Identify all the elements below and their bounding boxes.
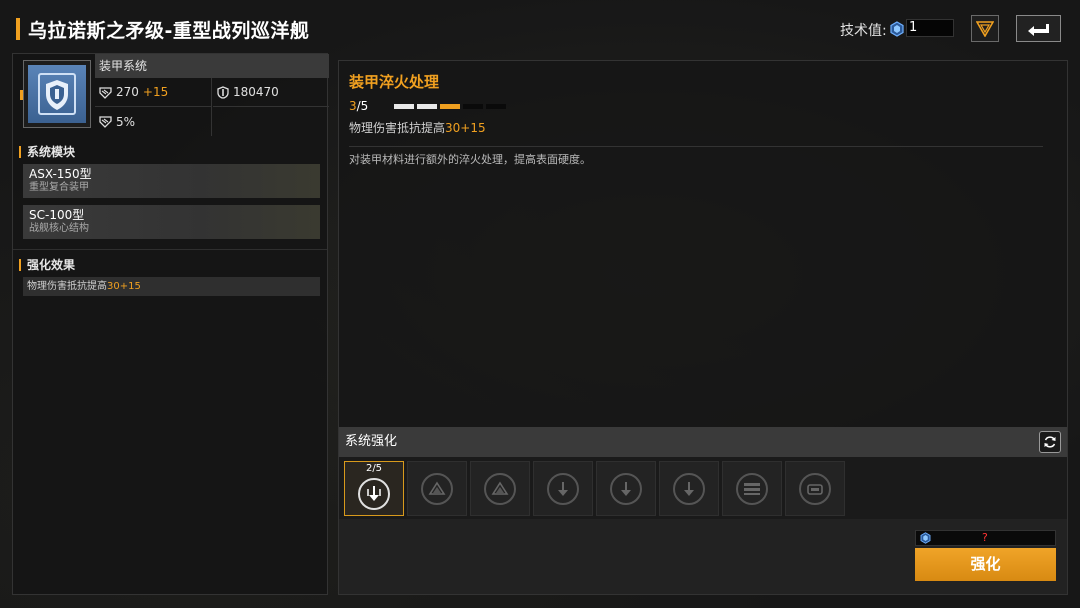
hull-icon bbox=[217, 85, 229, 99]
level-segment bbox=[440, 104, 460, 109]
module-name: ASX-150型 bbox=[29, 167, 92, 181]
level-segment bbox=[394, 104, 414, 109]
skill-stat-text: 物理伤害抵抗提高 bbox=[349, 121, 446, 135]
arrow-down-icon bbox=[610, 472, 642, 505]
enhance-slot[interactable] bbox=[470, 461, 530, 516]
stat-resist-value: 5% bbox=[116, 114, 136, 129]
system-icon-bg bbox=[28, 65, 86, 123]
enhance-slot[interactable] bbox=[596, 461, 656, 516]
system-stats: 270 +15 180470 5% bbox=[95, 78, 329, 136]
level-segment bbox=[463, 104, 483, 109]
modules-title: 系统模块 bbox=[19, 146, 75, 158]
tech-crystal-icon bbox=[920, 532, 931, 544]
cost-value: ? bbox=[982, 531, 988, 544]
tech-label: 技术值: bbox=[840, 23, 887, 39]
enhance-slot[interactable] bbox=[785, 461, 845, 516]
back-button[interactable] bbox=[1016, 15, 1061, 42]
skill-divider bbox=[349, 146, 1043, 147]
skill-level-current: 3 bbox=[349, 99, 357, 113]
arrows-down-icon bbox=[358, 477, 390, 510]
triangle-up-icon bbox=[484, 472, 516, 505]
module-item[interactable]: ASX-150型 重型复合装甲 bbox=[23, 164, 320, 198]
stat-armor: 270 +15 bbox=[95, 78, 212, 107]
skill-stat: 物理伤害抵抗提高30+15 bbox=[349, 119, 486, 136]
refresh-icon bbox=[1044, 436, 1056, 448]
triangle-up-icon bbox=[421, 472, 453, 505]
cost-display: ? bbox=[915, 530, 1056, 546]
enhance-title: 系统强化 bbox=[345, 434, 398, 449]
enhance-slot[interactable] bbox=[407, 461, 467, 516]
refresh-button[interactable] bbox=[1039, 431, 1061, 453]
rank-button[interactable] bbox=[971, 15, 999, 42]
tech-value: 1 bbox=[906, 19, 954, 37]
effect-item: 物理伤害抵抗提高30+15 bbox=[23, 277, 320, 296]
stripes-icon bbox=[736, 472, 768, 505]
title-accent-bar bbox=[16, 18, 20, 40]
effects-title: 强化效果 bbox=[19, 259, 75, 271]
ship-title: 乌拉诺斯之矛级-重型战列巡洋舰 bbox=[28, 20, 310, 42]
return-icon bbox=[1027, 23, 1049, 36]
stat-hull: 180470 bbox=[213, 78, 329, 107]
stat-armor-value: 270 bbox=[116, 85, 139, 99]
stat-armor-bonus: +15 bbox=[142, 85, 169, 99]
level-segment bbox=[417, 104, 437, 109]
skill-level-max: /5 bbox=[356, 99, 369, 113]
skill-description: 对装甲材料进行额外的淬火处理，提高表面硬度。 bbox=[349, 153, 591, 166]
effect-text: 物理伤害抵抗提高 bbox=[27, 281, 107, 292]
enhance-slot[interactable] bbox=[533, 461, 593, 516]
arrow-down-icon bbox=[547, 472, 579, 505]
box-icon bbox=[799, 472, 831, 505]
skill-level: 3/5 bbox=[349, 99, 368, 113]
top-header: 乌拉诺斯之矛级-重型战列巡洋舰 技术值: 1 bbox=[0, 0, 1080, 52]
shield-icon bbox=[38, 73, 76, 115]
section-divider bbox=[13, 249, 327, 250]
stat-empty bbox=[213, 107, 329, 136]
enhance-slots: 2/5 bbox=[339, 457, 1067, 519]
armor-icon bbox=[99, 116, 112, 128]
slot-level: 2/5 bbox=[365, 463, 383, 474]
module-name: SC-100型 bbox=[29, 208, 85, 222]
stat-resist: 5% bbox=[95, 107, 212, 136]
triangle-badge-icon bbox=[976, 20, 994, 37]
effect-value: 30 bbox=[107, 281, 120, 292]
enhance-header: 系统强化 bbox=[339, 427, 1067, 457]
enhance-slot[interactable] bbox=[722, 461, 782, 516]
enhance-action-area: ? 强化 bbox=[339, 519, 1067, 594]
enhance-slot-active[interactable]: 2/5 bbox=[344, 461, 404, 516]
skill-detail-panel: 装甲淬火处理 3/5 物理伤害抵抗提高30+15 对装甲材料进行额外的淬火处理，… bbox=[338, 60, 1068, 595]
level-segment bbox=[486, 104, 506, 109]
armor-icon bbox=[99, 86, 112, 99]
module-desc: 战舰核心结构 bbox=[29, 223, 89, 234]
tech-crystal-icon bbox=[890, 21, 904, 37]
enhance-slot[interactable] bbox=[659, 461, 719, 516]
system-icon-frame[interactable] bbox=[23, 60, 91, 128]
module-desc: 重型复合装甲 bbox=[29, 182, 89, 193]
stat-hull-value: 180470 bbox=[233, 85, 279, 99]
system-info-panel: 装甲系统 270 +15 180470 5% 系统模块 ASX-150型 重型复… bbox=[12, 53, 329, 595]
enhance-button[interactable]: 强化 bbox=[915, 548, 1056, 581]
skill-stat-value: 30 bbox=[445, 121, 461, 135]
effect-bonus: +15 bbox=[119, 281, 141, 292]
skill-title: 装甲淬火处理 bbox=[349, 73, 440, 91]
module-item[interactable]: SC-100型 战舰核心结构 bbox=[23, 205, 320, 239]
skill-stat-bonus: +15 bbox=[460, 121, 486, 135]
arrow-down-icon bbox=[673, 472, 705, 505]
system-name: 装甲系统 bbox=[95, 54, 329, 78]
